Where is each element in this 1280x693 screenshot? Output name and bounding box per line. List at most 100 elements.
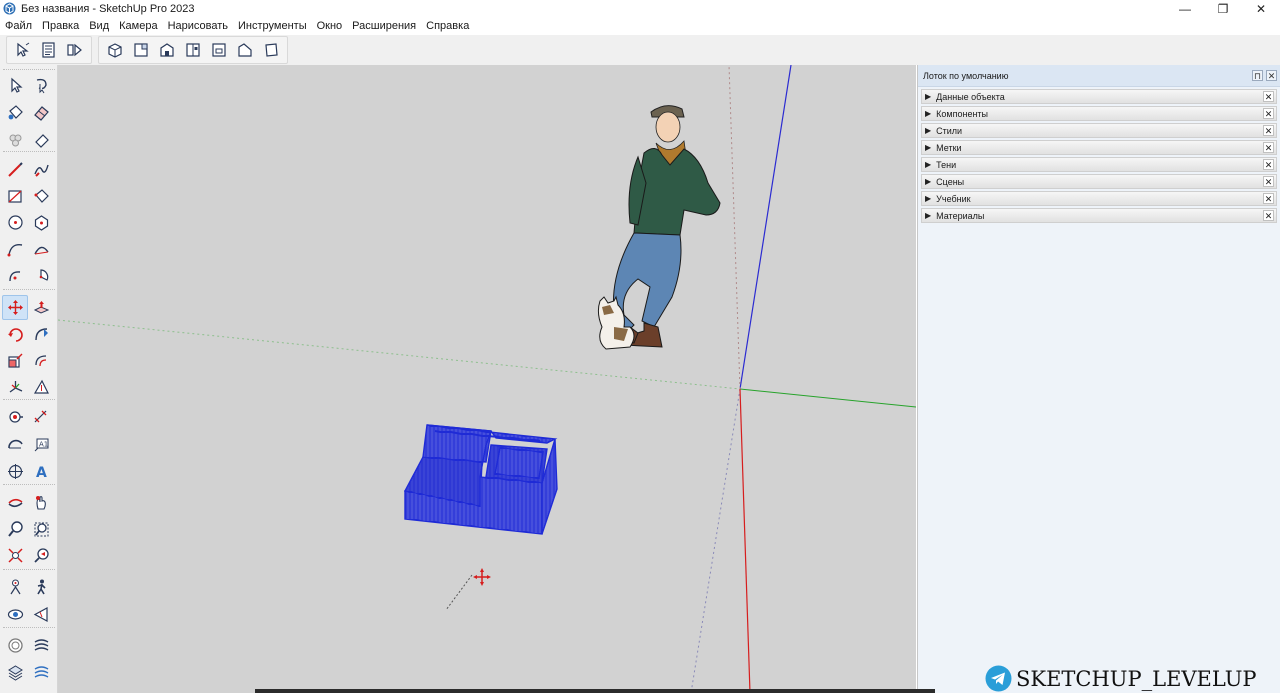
panel-label: Материалы <box>936 210 985 221</box>
select-icon[interactable] <box>11 38 35 62</box>
iso-view-icon[interactable] <box>103 38 127 62</box>
arc-icon[interactable] <box>2 237 28 262</box>
dimension-icon[interactable] <box>28 405 54 430</box>
panel-close-button[interactable]: ✕ <box>1263 159 1274 170</box>
expand-arrow-icon: ▶ <box>925 109 932 118</box>
axes-tool-icon[interactable] <box>2 459 28 484</box>
toolbar-group-1 <box>6 36 92 64</box>
warehouse-icon[interactable] <box>2 633 28 658</box>
outliner-icon[interactable] <box>63 38 87 62</box>
menu-edit[interactable]: Правка <box>42 20 79 32</box>
menu-camera[interactable]: Камера <box>119 20 157 32</box>
protractor-icon[interactable] <box>2 432 28 457</box>
text-icon[interactable]: A1 <box>28 432 54 457</box>
pie-icon[interactable] <box>28 264 54 289</box>
panel-label: Стили <box>936 125 963 136</box>
panel-close-button[interactable]: ✕ <box>1263 176 1274 187</box>
left-view-icon[interactable] <box>233 38 257 62</box>
panel-scenes[interactable]: ▶ Сцены ✕ <box>921 174 1277 189</box>
section-plane-icon[interactable] <box>28 375 54 400</box>
panel-components[interactable]: ▶ Компоненты ✕ <box>921 106 1277 121</box>
rectangle-icon[interactable] <box>2 184 28 209</box>
close-button[interactable]: ✕ <box>1242 0 1280 17</box>
menu-window[interactable]: Окно <box>317 20 343 32</box>
position-camera-icon[interactable] <box>2 575 28 600</box>
panel-close-button[interactable]: ✕ <box>1263 108 1274 119</box>
zoom-extents-icon[interactable] <box>2 543 28 568</box>
palette-separator <box>3 289 55 292</box>
minimize-button[interactable]: — <box>1166 0 1204 17</box>
three-point-arc-icon[interactable] <box>2 264 28 289</box>
lasso-select-icon[interactable] <box>28 73 54 98</box>
menu-tools[interactable]: Инструменты <box>238 20 307 32</box>
two-point-arc-icon[interactable] <box>28 237 54 262</box>
section-display-icon[interactable] <box>28 602 54 627</box>
palette-separator <box>3 627 55 630</box>
svg-text:A1: A1 <box>39 441 48 449</box>
look-around-icon[interactable] <box>2 602 28 627</box>
3d-text-icon[interactable]: A <box>28 459 54 484</box>
orbit-icon[interactable] <box>2 490 28 515</box>
pan-icon[interactable] <box>28 490 54 515</box>
panel-close-button[interactable]: ✕ <box>1263 91 1274 102</box>
zoom-icon[interactable] <box>2 517 28 542</box>
right-view-icon[interactable] <box>181 38 205 62</box>
move-tool-icon[interactable] <box>2 295 28 320</box>
bottom-view-icon[interactable] <box>259 38 283 62</box>
menu-draw[interactable]: Нарисовать <box>168 20 228 32</box>
offset-icon[interactable] <box>28 348 54 373</box>
walk-icon[interactable] <box>28 575 54 600</box>
extension-manager-icon[interactable] <box>28 660 54 685</box>
panel-shadows[interactable]: ▶ Тени ✕ <box>921 157 1277 172</box>
tape-measure-icon[interactable] <box>2 405 28 430</box>
back-view-icon[interactable] <box>207 38 231 62</box>
make-component-icon[interactable] <box>2 128 28 153</box>
panel-instructor[interactable]: ▶ Учебник ✕ <box>921 191 1277 206</box>
previous-view-icon[interactable] <box>28 543 54 568</box>
line-tool-icon[interactable] <box>2 157 28 182</box>
menu-view[interactable]: Вид <box>89 20 109 32</box>
panel-close-button[interactable]: ✕ <box>1263 125 1274 136</box>
expand-arrow-icon: ▶ <box>925 143 932 152</box>
panel-label: Сцены <box>936 176 965 187</box>
paint-bucket-icon[interactable] <box>2 100 28 125</box>
rotate-icon[interactable] <box>2 322 28 347</box>
panel-entity-info[interactable]: ▶ Данные объекта ✕ <box>921 89 1277 104</box>
top-view-icon[interactable] <box>129 38 153 62</box>
front-view-icon[interactable] <box>155 38 179 62</box>
tag-eraser-icon[interactable] <box>28 128 54 153</box>
select-tool-icon[interactable] <box>2 73 28 98</box>
zoom-window-icon[interactable] <box>28 517 54 542</box>
selected-model-group[interactable] <box>403 424 558 535</box>
panel-materials[interactable]: ▶ Материалы ✕ <box>921 208 1277 223</box>
push-pull-icon[interactable] <box>28 295 54 320</box>
tray-pin-button[interactable]: ⊓ <box>1252 70 1263 81</box>
model-info-icon[interactable] <box>37 38 61 62</box>
polygon-icon[interactable] <box>28 210 54 235</box>
freehand-icon[interactable] <box>28 157 54 182</box>
3d-viewport[interactable] <box>58 65 916 693</box>
menu-file[interactable]: Файл <box>5 20 32 32</box>
follow-me-icon[interactable] <box>28 322 54 347</box>
expand-arrow-icon: ▶ <box>925 194 932 203</box>
extension-warehouse-icon[interactable] <box>28 633 54 658</box>
eraser-icon[interactable] <box>28 100 54 125</box>
blue-axis-dotted <box>690 388 741 693</box>
expand-arrow-icon: ▶ <box>925 160 932 169</box>
circle-icon[interactable] <box>2 210 28 235</box>
main-toolbar <box>0 35 1280 65</box>
tray-close-button[interactable]: ✕ <box>1266 70 1277 81</box>
menu-help[interactable]: Справка <box>426 20 469 32</box>
panel-styles[interactable]: ▶ Стили ✕ <box>921 123 1277 138</box>
panel-close-button[interactable]: ✕ <box>1263 210 1274 221</box>
menu-extensions[interactable]: Расширения <box>352 20 416 32</box>
panel-close-button[interactable]: ✕ <box>1263 142 1274 153</box>
panel-tags[interactable]: ▶ Метки ✕ <box>921 140 1277 155</box>
panel-close-button[interactable]: ✕ <box>1263 193 1274 204</box>
scale-icon[interactable] <box>2 348 28 373</box>
rotated-rectangle-icon[interactable] <box>28 184 54 209</box>
layout-icon[interactable] <box>2 660 28 685</box>
axes-icon[interactable] <box>2 375 28 400</box>
bottom-strip <box>255 689 935 693</box>
maximize-button[interactable]: ❐ <box>1204 0 1242 17</box>
